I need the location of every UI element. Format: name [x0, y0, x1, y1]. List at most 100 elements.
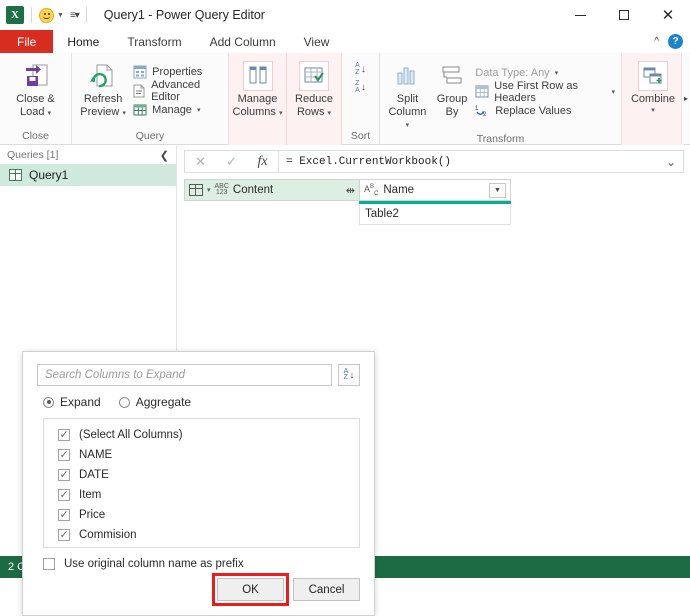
data-type-dropdown-icon[interactable]: ▾: [555, 69, 559, 77]
prefix-option-row[interactable]: Use original column name as prefix: [23, 548, 374, 570]
tab-view[interactable]: View: [290, 30, 344, 53]
text-type-icon: ABC: [364, 183, 379, 197]
checkbox-select-all[interactable]: [58, 428, 70, 441]
radio-expand[interactable]: Expand: [43, 395, 101, 409]
ribbon-group-reduce-rows: Reduce Rows ▾: [287, 53, 342, 145]
checkbox-label: (Select All Columns): [79, 429, 183, 441]
data-type-label: Data Type: Any: [475, 66, 550, 79]
expand-columns-icon[interactable]: ⇹: [346, 184, 355, 197]
maximize-button[interactable]: [602, 0, 646, 30]
tab-file[interactable]: File: [0, 30, 54, 53]
ribbon-group-manage-columns: Manage Columns ▾: [229, 53, 287, 145]
manage-dropdown-icon[interactable]: ▾: [197, 106, 201, 114]
radio-aggregate[interactable]: Aggregate: [118, 395, 192, 409]
column-header-content[interactable]: ▾ ABC 123 Content ⇹: [184, 179, 359, 201]
combine-icon: [638, 61, 668, 91]
manage-columns-button[interactable]: Manage Columns ▾: [231, 59, 285, 120]
collapse-ribbon-icon[interactable]: ^: [654, 36, 659, 47]
split-column-icon: [392, 61, 422, 91]
advanced-editor-icon: [132, 83, 146, 98]
formula-input[interactable]: = Excel.CurrentWorkbook() ⌄: [279, 150, 684, 173]
split-column-label: Split Column ▾: [388, 93, 427, 129]
ribbon-group-close: Close & Load ▾ Close: [0, 53, 72, 145]
ribbon-group-transform: SplitColumn ▾ GroupBy Data Type: Any ▾: [380, 53, 622, 145]
cell-name[interactable]: Table2: [359, 204, 511, 225]
replace-values-label: Replace Values: [495, 104, 572, 117]
checkbox-name[interactable]: [58, 448, 70, 461]
list-item[interactable]: NAME: [44, 445, 359, 465]
query-list-item[interactable]: Query1: [0, 164, 176, 186]
list-item[interactable]: Item: [44, 485, 359, 505]
combine-button[interactable]: Combine ▾: [625, 59, 681, 114]
query-list-item-label: Query1: [29, 168, 69, 182]
formula-accept-icon[interactable]: ✓: [216, 151, 247, 172]
use-first-row-dropdown-icon[interactable]: ▾: [611, 88, 615, 96]
column-header-name[interactable]: ABC Name ▼: [359, 179, 511, 201]
formula-cancel-icon[interactable]: ✕: [185, 151, 216, 172]
sort-az-icon: A Z ↓: [343, 367, 355, 381]
ribbon-overflow-arrow[interactable]: ▸: [681, 53, 690, 144]
combine-dropdown-icon[interactable]: ▾: [651, 106, 655, 114]
column-checkbox-list[interactable]: (Select All Columns) NAME DATE Item Pric…: [43, 418, 360, 548]
close-and-load-icon: [21, 61, 51, 91]
use-first-row-as-headers-button[interactable]: Use First Row as Headers ▾: [473, 80, 617, 104]
tab-add-column[interactable]: Add Column: [196, 30, 290, 53]
ribbon-group-manage-columns-label: [229, 130, 286, 145]
fx-icon[interactable]: fx: [247, 151, 278, 172]
collapse-queries-pane-icon[interactable]: ❮: [160, 149, 169, 162]
sort-columns-button[interactable]: A Z ↓: [338, 364, 360, 386]
column-header-content-label: Content: [232, 184, 274, 196]
list-item[interactable]: DATE: [44, 465, 359, 485]
manage-button[interactable]: Manage ▾: [130, 100, 224, 119]
formula-expand-icon[interactable]: ⌄: [666, 155, 676, 169]
checkbox-commision[interactable]: [58, 528, 70, 541]
dialog-buttons: OK Cancel: [212, 573, 360, 606]
checkbox-price[interactable]: [58, 508, 70, 521]
ok-button[interactable]: OK: [217, 578, 284, 601]
cancel-button[interactable]: Cancel: [293, 578, 360, 601]
smiley-icon[interactable]: [39, 7, 54, 23]
checkbox-item[interactable]: [58, 488, 70, 501]
checkbox-date[interactable]: [58, 468, 70, 481]
replace-values-button[interactable]: 1 2 Replace Values: [473, 101, 617, 120]
dialog-mode-radios: Expand Aggregate: [23, 386, 374, 409]
ribbon-group-query-label: Query: [135, 130, 165, 142]
list-item[interactable]: Commision: [44, 525, 359, 545]
split-column-button[interactable]: Split Column ▾: [384, 59, 431, 133]
sort-ascending-icon[interactable]: A Z ↓: [355, 62, 366, 76]
refresh-preview-button[interactable]: Refresh Preview ▾: [76, 59, 130, 120]
editor-body: Queries [1] ❮ Query1 ✕ ✓ fx = Excel.Curr…: [0, 146, 690, 616]
close-and-load-label: Close & Load ▾: [16, 93, 55, 118]
group-by-button[interactable]: Group By: [431, 59, 473, 118]
ribbon-group-close-label: Close: [22, 130, 49, 142]
tab-home[interactable]: Home: [53, 30, 113, 53]
advanced-editor-button[interactable]: Advanced Editor: [130, 79, 224, 103]
minimize-button[interactable]: [558, 0, 602, 30]
window-controls: ✕: [558, 0, 690, 30]
list-item[interactable]: Price: [44, 505, 359, 525]
ribbon-group-combine: Combine ▾: [622, 53, 684, 145]
group-by-label: Group By: [436, 93, 468, 118]
reduce-rows-button[interactable]: Reduce Rows ▾: [289, 59, 340, 120]
ribbon-group-query: Refresh Preview ▾ Properties Advanced Ed…: [72, 53, 229, 145]
refresh-preview-label: Refresh Preview ▾: [80, 93, 126, 118]
close-button[interactable]: ✕: [646, 0, 690, 30]
qat-customize-icon[interactable]: ≡▾: [70, 10, 80, 21]
list-item[interactable]: (Select All Columns): [44, 425, 359, 445]
filter-dropdown-icon[interactable]: ▼: [489, 182, 506, 198]
radio-aggregate-label: Aggregate: [135, 395, 192, 409]
ribbon-group-reduce-rows-label: [287, 130, 341, 145]
checkbox-label: Commision: [79, 529, 137, 541]
checkbox-label: Price: [79, 509, 106, 521]
help-icon[interactable]: ?: [668, 34, 683, 49]
refresh-preview-icon: [88, 61, 118, 91]
tab-transform[interactable]: Transform: [113, 30, 195, 53]
checkbox-use-original-prefix[interactable]: [43, 558, 55, 570]
sort-descending-icon[interactable]: Z A ↓: [355, 80, 366, 94]
close-and-load-button[interactable]: Close & Load ▾: [6, 59, 66, 120]
queries-pane-header: Queries [1] ❮: [0, 146, 176, 164]
smiley-dropdown-icon[interactable]: ▼: [57, 12, 64, 19]
search-columns-input[interactable]: Search Columns to Expand: [37, 364, 332, 386]
qat-divider: [31, 7, 32, 23]
content-type-dropdown-icon[interactable]: ▾: [207, 186, 211, 194]
